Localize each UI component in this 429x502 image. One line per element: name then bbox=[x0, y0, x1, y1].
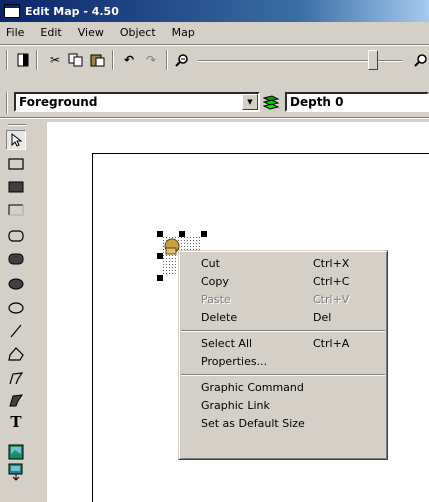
menu-object[interactable]: Object bbox=[112, 26, 164, 39]
resize-handle[interactable] bbox=[157, 253, 163, 259]
menu-item-label: Paste bbox=[201, 293, 231, 306]
ellipse-tool[interactable] bbox=[6, 298, 26, 318]
menu-item-shortcut: Del bbox=[313, 311, 332, 324]
rounded-rectangle-tool-icon bbox=[8, 230, 24, 242]
undo-icon: ↶ bbox=[123, 53, 135, 67]
menu-item-label: Graphic Command bbox=[201, 381, 304, 394]
resize-handle[interactable] bbox=[157, 275, 163, 281]
layers-icon bbox=[262, 95, 280, 110]
menu-item-graphic-command[interactable]: Graphic Command bbox=[181, 379, 385, 397]
copy-icon bbox=[68, 53, 83, 67]
menu-item-delete[interactable]: Delete Del bbox=[181, 309, 385, 327]
menu-item-shortcut: Ctrl+A bbox=[313, 337, 350, 350]
context-menu: Cut Ctrl+X Copy Ctrl+C Paste Ctrl+V Delete Del S… bbox=[178, 250, 388, 460]
paste-icon bbox=[90, 54, 105, 67]
line-tool-icon bbox=[10, 324, 22, 338]
zoom-in-button[interactable] bbox=[411, 50, 429, 70]
menu-item-paste[interactable]: Paste Ctrl+V bbox=[181, 291, 385, 309]
menu-separator bbox=[181, 330, 385, 332]
cut-button[interactable]: ✂ bbox=[45, 50, 65, 70]
line-tool[interactable] bbox=[6, 321, 26, 341]
filled-polyline-tool-icon bbox=[9, 394, 24, 407]
zoom-slider-thumb[interactable] bbox=[368, 50, 378, 70]
menu-item-shortcut: Ctrl+X bbox=[313, 257, 350, 270]
text-tool-icon: T bbox=[10, 413, 22, 431]
filled-rounded-rectangle-tool-icon bbox=[8, 253, 24, 265]
rectangle-tool-icon bbox=[8, 158, 24, 170]
polyline-tool-icon bbox=[9, 372, 24, 385]
pointer-tool[interactable] bbox=[6, 130, 26, 150]
text-tool[interactable]: T bbox=[6, 412, 26, 432]
magnifier-plus-icon bbox=[414, 54, 427, 67]
redo-icon: ↷ bbox=[145, 53, 157, 67]
menu-item-graphic-link[interactable]: Graphic Link bbox=[181, 397, 385, 415]
menu-item-label: Delete bbox=[201, 311, 238, 324]
menu-item-set-as-default-size[interactable]: Set as Default Size bbox=[181, 415, 385, 433]
menu-edit[interactable]: Edit bbox=[32, 26, 69, 39]
polygon-tool-icon bbox=[8, 347, 24, 361]
menu-item-cut[interactable]: Cut Ctrl+X bbox=[181, 255, 385, 273]
filled-rounded-rectangle-tool[interactable] bbox=[6, 249, 26, 269]
menu-item-label: Select All bbox=[201, 337, 253, 350]
open-rectangle-tool-icon bbox=[8, 204, 24, 216]
window-title: Edit Map - 4.50 bbox=[25, 4, 119, 18]
menu-file[interactable]: File bbox=[0, 26, 32, 39]
layers-button[interactable] bbox=[261, 92, 281, 112]
menu-item-copy[interactable]: Copy Ctrl+C bbox=[181, 273, 385, 291]
depth-select[interactable]: Depth 0 bbox=[285, 92, 429, 112]
menu-item-shortcut: Ctrl+V bbox=[313, 293, 350, 306]
polygon-tool[interactable] bbox=[6, 344, 26, 364]
scissors-icon: ✂ bbox=[49, 53, 61, 67]
menu-item-label: Graphic Link bbox=[201, 399, 270, 412]
toolbar2-grip bbox=[6, 92, 8, 114]
filled-rectangle-tool-icon bbox=[8, 181, 24, 193]
ellipse-tool-icon bbox=[8, 302, 24, 314]
rounded-rectangle-tool[interactable] bbox=[6, 226, 26, 246]
toolbar: ✂ ↶ ↷ bbox=[0, 44, 429, 114]
tool-palette: T bbox=[0, 124, 30, 502]
link-tool[interactable] bbox=[6, 462, 26, 482]
menu-view[interactable]: View bbox=[70, 26, 112, 39]
redo-button[interactable]: ↷ bbox=[141, 50, 161, 70]
layer-select-value: Foreground bbox=[19, 95, 98, 109]
chevron-down-icon: ▼ bbox=[247, 98, 253, 106]
pointer-tool-icon bbox=[11, 133, 22, 147]
menu-item-select-all[interactable]: Select All Ctrl+A bbox=[181, 335, 385, 353]
properties-button[interactable] bbox=[13, 50, 33, 70]
filled-rectangle-tool[interactable] bbox=[6, 177, 26, 197]
layer-select-dropdown[interactable]: ▼ bbox=[242, 94, 258, 110]
rectangle-tool[interactable] bbox=[6, 154, 26, 174]
undo-button[interactable]: ↶ bbox=[119, 50, 139, 70]
image-tool[interactable] bbox=[6, 442, 26, 462]
menu-separator bbox=[181, 374, 385, 376]
magnifier-icon bbox=[175, 54, 188, 67]
menu-item-label: Set as Default Size bbox=[201, 417, 305, 430]
menu-item-label: Copy bbox=[201, 275, 229, 288]
resize-handle[interactable] bbox=[201, 231, 207, 237]
toolbar-grip bbox=[6, 50, 8, 70]
open-rectangle-tool[interactable] bbox=[6, 200, 26, 220]
copy-button[interactable] bbox=[66, 50, 86, 70]
resize-handle[interactable] bbox=[157, 231, 163, 237]
menu-item-shortcut: Ctrl+C bbox=[313, 275, 350, 288]
menu-item-properties[interactable]: Properties... bbox=[181, 353, 385, 371]
image-tool-icon bbox=[8, 444, 24, 460]
menu-map[interactable]: Map bbox=[164, 26, 203, 39]
title-bar[interactable]: Edit Map - 4.50 bbox=[0, 0, 429, 22]
paste-button[interactable] bbox=[88, 50, 108, 70]
resize-handle[interactable] bbox=[179, 231, 185, 237]
link-tool-icon bbox=[8, 463, 23, 481]
menu-item-label: Cut bbox=[201, 257, 220, 270]
app-icon bbox=[4, 4, 20, 18]
polyline-tool[interactable] bbox=[6, 368, 26, 388]
filled-ellipse-tool-icon bbox=[8, 278, 24, 290]
layer-select[interactable]: Foreground bbox=[14, 92, 260, 112]
filled-ellipse-tool[interactable] bbox=[6, 274, 26, 294]
depth-select-value: Depth 0 bbox=[290, 95, 344, 109]
menu-item-label: Properties... bbox=[201, 355, 268, 368]
zoom-out-button[interactable] bbox=[172, 50, 192, 70]
menu-bar: File Edit View Object Map bbox=[0, 22, 429, 42]
properties-icon bbox=[17, 53, 29, 67]
filled-polyline-tool[interactable] bbox=[6, 390, 26, 410]
